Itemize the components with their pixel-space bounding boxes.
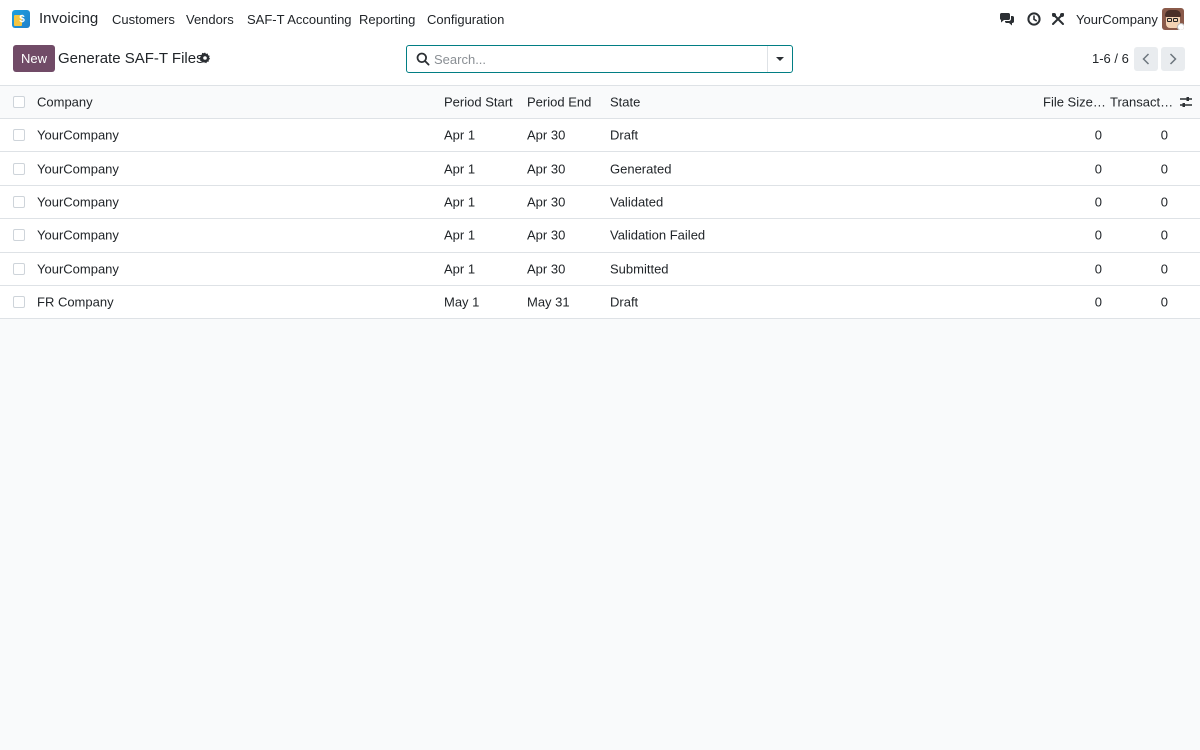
cell-state: Validation Failed [610, 227, 706, 243]
optional-columns-icon[interactable] [1179, 95, 1193, 109]
user-avatar[interactable] [1162, 8, 1184, 30]
pager-next-button[interactable] [1161, 47, 1185, 71]
column-header-company[interactable]: Company [37, 95, 93, 110]
row-checkbox[interactable] [13, 129, 25, 142]
cell-period-start: May 1 [444, 294, 480, 310]
company-switcher[interactable]: YourCompany [1076, 12, 1158, 27]
cell-period-end: Apr 30 [527, 261, 566, 277]
cell-period-end: Apr 30 [527, 194, 566, 210]
cell-file-size: 0 [1094, 161, 1102, 177]
table-row[interactable]: YourCompany Apr 1 Apr 30 Generated 0 0 [0, 152, 1200, 186]
top-navbar: $ Invoicing Customers Vendors SAF-T Acco… [0, 0, 1200, 38]
cell-transactions: 0 [1160, 227, 1168, 243]
debug-tools-icon[interactable] [1050, 11, 1066, 27]
cell-period-start: Apr 1 [444, 194, 476, 210]
cell-file-size: 0 [1094, 261, 1102, 277]
cell-company: FR Company [37, 294, 114, 310]
select-all-checkbox[interactable] [13, 96, 25, 108]
cell-period-end: Apr 30 [527, 127, 566, 143]
app-name[interactable]: Invoicing [39, 10, 98, 27]
pager-previous-button[interactable] [1134, 47, 1158, 71]
row-checkbox[interactable] [13, 162, 25, 175]
cell-company: YourCompany [37, 261, 119, 277]
cell-period-start: Apr 1 [444, 127, 476, 143]
cell-file-size: 0 [1094, 294, 1102, 310]
menu-saft-accounting[interactable]: SAF-T Accounting [247, 12, 352, 27]
table-row[interactable]: YourCompany Apr 1 Apr 30 Submitted 0 0 [0, 252, 1200, 286]
cell-period-end: Apr 30 [527, 161, 566, 177]
table-header: Company Period Start Period End State Fi… [0, 86, 1200, 119]
column-header-transactions[interactable]: Transact… [1110, 95, 1173, 110]
column-header-state[interactable]: State [610, 95, 640, 110]
cell-company: YourCompany [37, 227, 119, 243]
pager-value[interactable]: 1-6 / 6 [1092, 51, 1129, 66]
column-header-period-end[interactable]: Period End [527, 95, 591, 110]
saft-files-list: Company Period Start Period End State Fi… [0, 86, 1200, 320]
chevron-right-icon [1169, 53, 1177, 65]
cell-company: YourCompany [37, 161, 119, 177]
search-icon [416, 52, 430, 66]
row-checkbox[interactable] [13, 262, 25, 275]
cell-company: YourCompany [37, 127, 119, 143]
cell-state: Submitted [610, 261, 669, 277]
cell-period-start: Apr 1 [444, 161, 476, 177]
menu-customers[interactable]: Customers [112, 12, 175, 27]
cell-period-end: Apr 30 [527, 227, 566, 243]
table-row[interactable]: YourCompany Apr 1 Apr 30 Validation Fail… [0, 219, 1200, 253]
cell-transactions: 0 [1160, 261, 1168, 277]
cell-file-size: 0 [1094, 194, 1102, 210]
table-row[interactable]: FR Company May 1 May 31 Draft 0 0 [0, 285, 1200, 320]
row-checkbox[interactable] [13, 229, 25, 242]
activity-clock-icon[interactable] [1026, 11, 1042, 27]
column-header-file-size[interactable]: File Size… [1043, 95, 1106, 110]
messaging-icon[interactable] [999, 11, 1015, 27]
cell-company: YourCompany [37, 194, 119, 210]
table-row[interactable]: YourCompany Apr 1 Apr 30 Draft 0 0 [0, 119, 1200, 153]
menu-configuration[interactable]: Configuration [427, 12, 504, 27]
search-bar [406, 45, 793, 73]
cell-file-size: 0 [1094, 127, 1102, 143]
cell-transactions: 0 [1160, 161, 1168, 177]
cell-state: Draft [610, 127, 639, 143]
cell-transactions: 0 [1160, 294, 1168, 310]
gear-icon[interactable] [199, 52, 211, 64]
cell-period-start: Apr 1 [444, 227, 476, 243]
page-title: Generate SAF-T Files [58, 50, 204, 67]
caret-down-icon [776, 57, 784, 61]
table-row[interactable]: YourCompany Apr 1 Apr 30 Validated 0 0 [0, 185, 1200, 220]
cell-state: Generated [610, 161, 672, 177]
cell-file-size: 0 [1094, 227, 1102, 243]
menu-vendors[interactable]: Vendors [186, 12, 234, 27]
control-panel: New Generate SAF-T Files 1-6 / 6 [0, 38, 1200, 86]
row-checkbox[interactable] [13, 195, 25, 208]
cell-state: Draft [610, 294, 639, 310]
cell-transactions: 0 [1160, 127, 1168, 143]
row-checkbox[interactable] [13, 296, 25, 309]
column-header-period-start[interactable]: Period Start [444, 95, 513, 110]
new-button[interactable]: New [13, 45, 55, 72]
cell-period-start: Apr 1 [444, 261, 476, 277]
cell-state: Validated [610, 194, 664, 210]
menu-reporting[interactable]: Reporting [359, 12, 415, 27]
cell-period-end: May 31 [527, 294, 570, 310]
search-input[interactable] [434, 49, 764, 69]
cell-transactions: 0 [1160, 194, 1168, 210]
search-options-toggle[interactable] [767, 46, 792, 72]
invoicing-app-icon[interactable]: $ [12, 10, 30, 28]
chevron-left-icon [1142, 53, 1150, 65]
